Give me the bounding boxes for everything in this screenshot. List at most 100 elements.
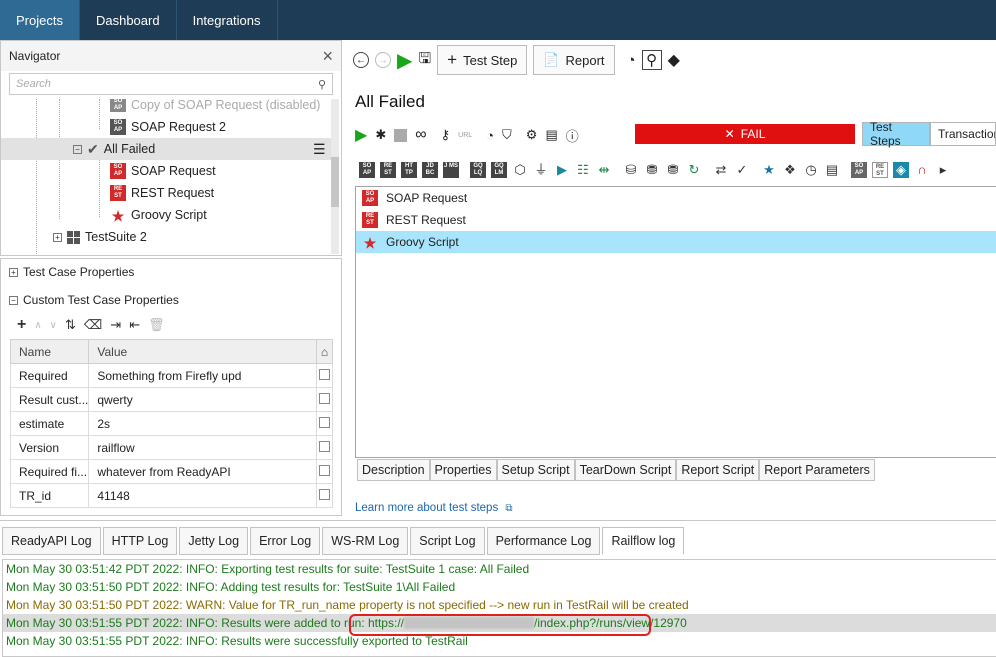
table-row[interactable]: Required Something from Firefly upd [9, 363, 333, 388]
transfer-icon[interactable]: ⇄ [713, 162, 729, 178]
tab-error-log[interactable]: Error Log [250, 527, 321, 555]
tab-report-script[interactable]: Report Script [676, 459, 760, 481]
tab-description[interactable]: Description [357, 459, 430, 481]
jdbc-step-icon[interactable]: JD BC [422, 162, 438, 178]
table-row[interactable]: TR_id 41148 [9, 483, 333, 508]
tab-transactions[interactable]: Transactions [929, 122, 996, 146]
plug-icon[interactable]: ⏚ [533, 162, 549, 178]
tab-http-log[interactable]: HTTP Log [102, 527, 178, 555]
save-icon[interactable]: 🖫 [418, 48, 431, 73]
tab-properties[interactable]: Properties [429, 459, 497, 481]
monitor-icon[interactable]: ◈ [893, 162, 909, 178]
graphql-icon[interactable]: ⬡ [512, 162, 528, 178]
inspect-icon[interactable]: ⚲ [641, 50, 662, 70]
assert-icon[interactable]: ✓ [734, 162, 750, 178]
tree-item-copy-soap[interactable]: SO AP Copy of SOAP Request (disabled) [1, 99, 333, 112]
erase-icon[interactable]: ⌫ [84, 317, 102, 333]
list-item[interactable]: SO AP SOAP Request [356, 187, 996, 209]
tree-item-testsuite-2[interactable]: + TestSuite 2 [1, 226, 333, 248]
tab-dashboard[interactable]: Dashboard [80, 0, 177, 40]
more-icon[interactable]: ▸ [935, 162, 951, 178]
navigator-scrollbar[interactable] [331, 99, 339, 254]
tree-item-soap-request[interactable]: SO AP SOAP Request [1, 160, 333, 182]
expand-icon[interactable]: + [53, 232, 62, 242]
gear-icon[interactable]: ⚙ [526, 127, 538, 143]
tab-wsrm-log[interactable]: WS-RM Log [322, 527, 409, 555]
graphql-mutation-icon[interactable]: GQ LM [491, 162, 507, 178]
import-icon[interactable]: ⇥ [110, 317, 121, 333]
collapse-icon[interactable]: − [9, 295, 18, 305]
tab-teardown-script[interactable]: TearDown Script [574, 459, 677, 481]
test-case-properties-header[interactable]: + Test Case Properties [1, 259, 341, 285]
http-step-icon[interactable]: HT TP [401, 162, 417, 178]
table-row[interactable]: Version railflow [9, 435, 333, 460]
table-row[interactable]: Required fi... whatever from ReadyAPI [9, 459, 333, 484]
database-icon[interactable]: ⛁ [623, 162, 639, 178]
soap-mock-icon[interactable]: SO AP [851, 162, 867, 178]
tab-readyapi-log[interactable]: ReadyAPI Log [2, 527, 101, 555]
comment-icon[interactable]: ▤ [824, 162, 840, 178]
column-header-value[interactable]: Value [88, 339, 318, 364]
db-load-icon[interactable]: ⛃ [644, 162, 660, 178]
url-label[interactable]: URL [458, 132, 472, 139]
run-icon[interactable]: ▶ [397, 48, 412, 73]
tab-projects[interactable]: Projects [0, 0, 80, 40]
export-icon[interactable]: ⇤ [129, 317, 140, 333]
delete-icon[interactable]: 🗑 [148, 317, 165, 333]
table-row[interactable]: Result cust... qwerty [9, 387, 333, 412]
table-row[interactable]: estimate 2s [9, 411, 333, 436]
close-icon[interactable]: × [322, 46, 333, 67]
gauge-icon[interactable]: ◔ [486, 128, 494, 143]
row-checkbox[interactable] [319, 368, 331, 380]
forward-icon[interactable]: → [375, 52, 391, 68]
menu-icon[interactable]: ☰ [313, 141, 326, 158]
row-checkbox[interactable] [319, 416, 331, 428]
row-checkbox[interactable] [319, 440, 331, 452]
star-step-icon[interactable]: ★ [761, 162, 777, 178]
list-item[interactable]: ★ Groovy Script [356, 231, 996, 253]
loop-icon[interactable]: ∞ [415, 126, 426, 144]
home-icon[interactable]: ⌂ [316, 339, 333, 364]
expand-icon[interactable]: + [9, 267, 18, 277]
diamond-icon[interactable]: ◆ [668, 50, 680, 70]
tab-integrations[interactable]: Integrations [177, 0, 278, 40]
column-header-name[interactable]: Name [9, 339, 90, 364]
list-item[interactable]: RE ST REST Request [356, 209, 996, 231]
info-icon[interactable]: ⓘ [566, 126, 579, 145]
debug-icon[interactable]: ✱ [375, 127, 386, 143]
tab-setup-script[interactable]: Setup Script [496, 459, 575, 481]
tree-item-groovy-script[interactable]: ★ Groovy Script [1, 204, 333, 226]
tree-item-rest-request[interactable]: RE ST REST Request [1, 182, 333, 204]
learn-more-link[interactable]: Learn more about test steps ⧉ [355, 502, 513, 514]
gauge-icon[interactable]: ◔ [627, 52, 636, 69]
move-down-icon[interactable]: ∨ [50, 320, 57, 331]
row-checkbox[interactable] [319, 488, 331, 500]
tab-performance-log[interactable]: Performance Log [486, 527, 601, 555]
add-icon[interactable]: + [17, 316, 26, 334]
list-icon[interactable]: ☷ [575, 162, 591, 178]
run-step-icon[interactable]: ▶ [554, 162, 570, 178]
rest-step-icon[interactable]: RE ST [380, 162, 396, 178]
delay-icon[interactable]: ◷ [803, 162, 819, 178]
graphql-query-icon[interactable]: GQ LQ [470, 162, 486, 178]
jms-step-icon[interactable]: J MS [443, 162, 459, 178]
search-input[interactable]: Search ⚲ [9, 73, 333, 95]
tree-item-all-failed[interactable]: − ✔ All Failed ☰ [1, 138, 333, 160]
soap-step-icon[interactable]: SO AP [359, 162, 375, 178]
document-icon[interactable]: ▤ [545, 127, 557, 143]
row-checkbox[interactable] [319, 464, 331, 476]
tree-item-soap-request-2[interactable]: SO AP SOAP Request 2 [1, 116, 333, 138]
custom-properties-header[interactable]: − Custom Test Case Properties [1, 287, 341, 313]
sort-icon[interactable]: ⇅ [65, 317, 76, 333]
db-save-icon[interactable]: ⛃ [665, 162, 681, 178]
collapse-icon[interactable]: − [73, 144, 82, 154]
tab-jetty-log[interactable]: Jetty Log [179, 527, 249, 555]
stop-icon[interactable] [394, 128, 408, 142]
tab-test-steps[interactable]: Test Steps [862, 120, 930, 148]
rest-mock-icon[interactable]: RE ST [872, 162, 888, 178]
test-step-button[interactable]: + Test Step [437, 45, 528, 75]
refresh-icon[interactable]: ↻ [686, 162, 702, 178]
tab-railflow-log[interactable]: Railflow log [602, 527, 685, 555]
row-checkbox[interactable] [319, 392, 331, 404]
magnet-icon[interactable]: ∩ [914, 162, 930, 178]
